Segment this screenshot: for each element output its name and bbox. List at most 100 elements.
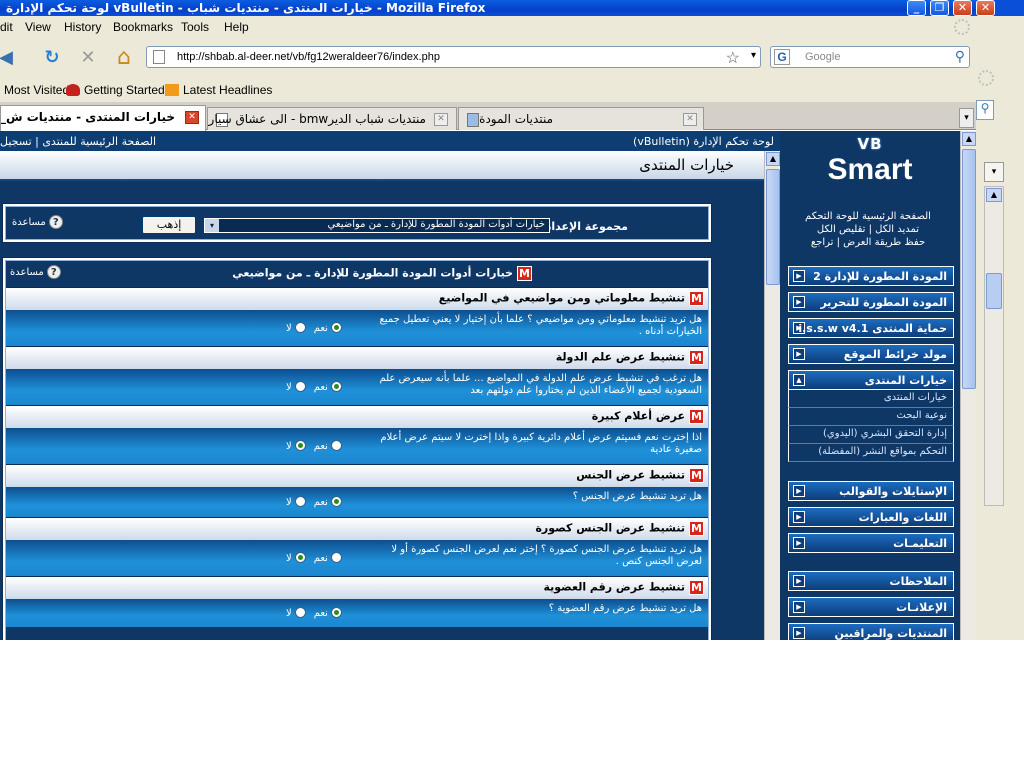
rss-feed-icon bbox=[165, 84, 179, 96]
section-help-link[interactable]: ?مساعدة bbox=[10, 265, 61, 279]
tab-close-icon[interactable]: ✕ bbox=[683, 113, 697, 126]
no-radio[interactable] bbox=[294, 496, 306, 507]
sidebar-menu-header[interactable]: ▶ المنتديات والمراقبين bbox=[788, 623, 954, 640]
no-radio[interactable] bbox=[294, 322, 306, 333]
yes-radio[interactable] bbox=[330, 607, 342, 618]
reload-icon[interactable]: ↻ bbox=[40, 46, 64, 70]
sidebar-link[interactable]: الصفحة الرئيسية للوحة التحكم bbox=[788, 211, 948, 222]
no-radio[interactable] bbox=[294, 552, 306, 563]
outer-scroll-thumb[interactable] bbox=[986, 273, 1002, 309]
stop-icon[interactable]: ✕ bbox=[76, 46, 100, 70]
sidebar-submenu-label: التحكم بمواقع النشر (المفضلة) bbox=[818, 446, 947, 457]
tab-list-button[interactable]: ▾ bbox=[959, 108, 974, 128]
scroll-up-icon[interactable]: ▲ bbox=[962, 132, 976, 146]
expand-arrow-icon[interactable]: ▶ bbox=[793, 348, 805, 360]
page-title: خيارات المنتدى bbox=[639, 156, 734, 174]
expand-arrow-icon[interactable]: ▶ bbox=[793, 296, 805, 308]
sidebar-menu-header[interactable]: ▶ التعليمـات bbox=[788, 533, 954, 553]
expand-arrow-icon[interactable]: ▶ bbox=[793, 511, 805, 523]
sidebar-menu-label: المودة المطورة للإدارة 2 bbox=[813, 270, 947, 283]
url-bar[interactable]: http://shbab.al-deer.net/vb/fg12weraldee… bbox=[146, 46, 761, 68]
tab-close-icon[interactable]: ✕ bbox=[185, 111, 199, 124]
sidebar-menu-header[interactable]: ▶ المودة المطورة للإدارة 2 bbox=[788, 266, 954, 286]
collapse-arrow-icon[interactable]: ▲ bbox=[793, 374, 805, 386]
sidebar-menu-header[interactable]: ▶ مولد خرائط الموقع bbox=[788, 344, 954, 364]
settings-group-select[interactable]: خيارات أدوات المودة المطورة للإدارة ـ من… bbox=[204, 218, 550, 233]
tab-bmw-forum[interactable]: منتديات شباب الديرbmw - الى عشاق سيارة ✕ bbox=[207, 107, 457, 130]
sidebar-scrollbar[interactable]: ▲ bbox=[960, 131, 976, 640]
sidebar-link[interactable]: تمديد الكل | تقليص الكل bbox=[788, 224, 948, 235]
outer-scroll-up-icon[interactable]: ▲ bbox=[986, 188, 1002, 202]
expand-arrow-icon[interactable]: ▶ bbox=[793, 485, 805, 497]
no-radio[interactable] bbox=[294, 607, 306, 618]
no-radio[interactable] bbox=[294, 381, 306, 392]
outer-close-button[interactable]: ✕ bbox=[976, 0, 995, 16]
forum-home-link[interactable]: الصفحة الرئيسية للمنتدى | تسجيل bbox=[0, 135, 156, 148]
go-button[interactable]: إذهب bbox=[142, 216, 196, 234]
yes-radio[interactable] bbox=[330, 322, 342, 333]
outer-dropdown-icon[interactable]: ▾ bbox=[984, 162, 1004, 182]
tab-mawadda-forum[interactable]: منتديات المودة ✕ bbox=[458, 107, 704, 130]
sidebar-menu-header[interactable]: ▶ حماية المنتدى i.s.s.w v4.1 bbox=[788, 318, 954, 338]
yes-radio[interactable] bbox=[330, 440, 342, 451]
expand-arrow-icon[interactable]: ▶ bbox=[793, 537, 805, 549]
bookmark-latest-headlines[interactable]: Latest Headlines bbox=[165, 83, 272, 97]
menu-view[interactable]: View bbox=[25, 20, 51, 34]
menu-bookmarks[interactable]: Bookmarks bbox=[113, 20, 173, 34]
outer-search-icon[interactable]: ⚲ bbox=[976, 100, 994, 120]
menu-tools[interactable]: Tools bbox=[181, 20, 209, 34]
chevron-down-icon[interactable]: ▾ bbox=[205, 219, 219, 232]
yes-radio[interactable] bbox=[330, 496, 342, 507]
sidebar-menu-label: مولد خرائط الموقع bbox=[843, 348, 947, 361]
yes-radio[interactable] bbox=[330, 381, 342, 392]
url-history-dropdown-icon[interactable]: ▾ bbox=[751, 50, 756, 61]
sidebar-menu-header[interactable]: ▶ الإستايلات والقوالب bbox=[788, 481, 954, 501]
yes-radio[interactable] bbox=[330, 552, 342, 563]
sidebar-submenu-item[interactable]: نوعية البحث bbox=[788, 408, 954, 426]
sidebar-submenu-item[interactable]: التحكم بمواقع النشر (المفضلة) bbox=[788, 444, 954, 462]
setting-options: نعم لا bbox=[286, 381, 342, 393]
maximize-button[interactable]: ❐ bbox=[930, 0, 949, 16]
scroll-up-icon[interactable]: ▲ bbox=[766, 152, 780, 166]
outer-scrollbar[interactable]: ▲ bbox=[984, 186, 1004, 506]
sidebar-menu-header[interactable]: ▶ المودة المطورة للتحرير bbox=[788, 292, 954, 312]
scroll-thumb[interactable] bbox=[766, 169, 780, 285]
menu-help[interactable]: Help bbox=[224, 20, 249, 34]
setting-title-text: تنشيط عرض الجنس bbox=[576, 468, 685, 482]
main-scrollbar[interactable]: ▲ bbox=[764, 151, 780, 640]
home-icon[interactable]: ⌂ bbox=[112, 46, 136, 70]
expand-arrow-icon[interactable]: ▶ bbox=[793, 627, 805, 639]
sidebar-menu-header[interactable]: ▶ اللغات والعبارات bbox=[788, 507, 954, 527]
expand-arrow-icon[interactable]: ▶ bbox=[793, 575, 805, 587]
no-radio[interactable] bbox=[294, 440, 306, 451]
help-link[interactable]: ?مساعدة bbox=[12, 215, 63, 229]
setting-row: هل تريد تنشيط عرض الجنس ؟ نعم لا bbox=[6, 487, 708, 517]
menu-edit[interactable]: dit bbox=[0, 20, 13, 34]
search-bar[interactable]: G Google ⚲ bbox=[770, 46, 970, 68]
window-close-button[interactable]: ✕ bbox=[953, 0, 972, 16]
sidebar-submenu-label: خيارات المنتدى bbox=[883, 392, 947, 403]
scroll-thumb[interactable] bbox=[962, 149, 976, 389]
bookmark-getting-started[interactable]: Getting Started bbox=[66, 83, 165, 97]
sidebar-submenu-item[interactable]: خيارات المنتدى bbox=[788, 390, 954, 408]
bookmark-most-visited[interactable]: Most Visited bbox=[4, 83, 69, 97]
tab-close-icon[interactable]: ✕ bbox=[434, 113, 448, 126]
back-icon[interactable]: ◀ bbox=[0, 46, 18, 70]
tab-forum-options[interactable]: خيارات المنتدى - منتديات ش_ ✕ bbox=[0, 105, 206, 131]
menu-history[interactable]: History bbox=[64, 20, 101, 34]
sidebar-menu-header[interactable]: ▶ الملاحظات bbox=[788, 571, 954, 591]
sidebar-menu-header[interactable]: ▲ خيارات المنتدى bbox=[788, 370, 954, 390]
sidebar-link[interactable]: حفظ طريقة العرض | تراجع bbox=[788, 237, 948, 248]
search-go-icon[interactable]: ⚲ bbox=[955, 48, 965, 65]
expand-arrow-icon[interactable]: ▶ bbox=[793, 270, 805, 282]
minimize-button[interactable]: _ bbox=[907, 0, 926, 16]
expand-arrow-icon[interactable]: ▶ bbox=[793, 601, 805, 613]
bookmark-star-icon[interactable]: ☆ bbox=[726, 48, 740, 68]
no-label: لا bbox=[286, 441, 292, 452]
m-badge-icon: M bbox=[517, 266, 532, 281]
help-icon: ? bbox=[48, 215, 63, 229]
sidebar-menu-header[interactable]: ▶ الإعلانـات bbox=[788, 597, 954, 617]
search-engine-icon[interactable]: G bbox=[774, 49, 790, 65]
setting-question: هل تريد تنشيط معلوماتي ومن مواضيعي ؟ علم… bbox=[379, 314, 702, 337]
sidebar-submenu-item[interactable]: إدارة التحقق البشري (اليدوي) bbox=[788, 426, 954, 444]
